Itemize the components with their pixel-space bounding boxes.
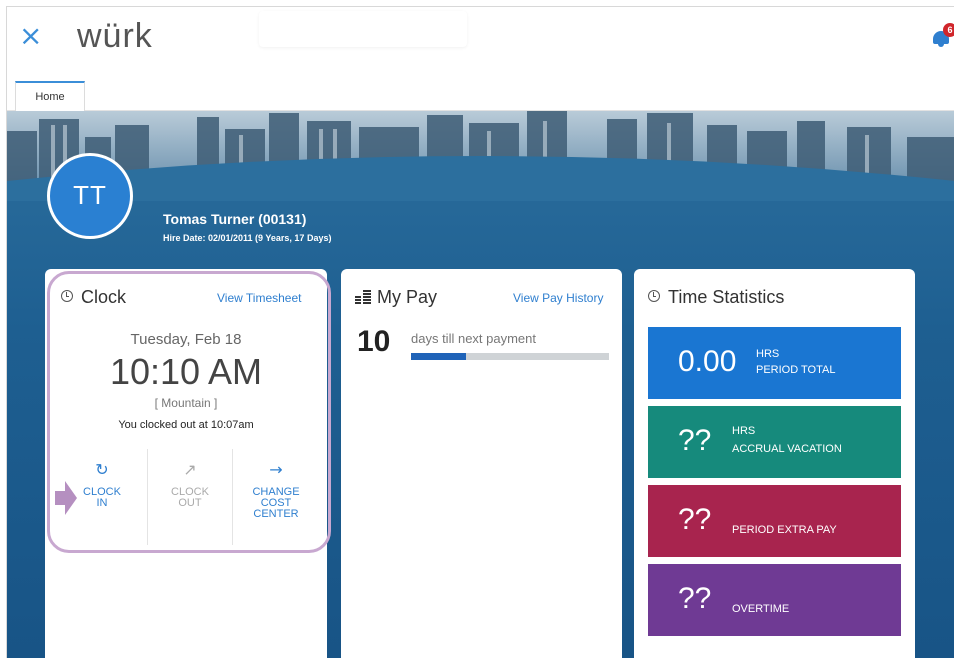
tab-bar: Home bbox=[7, 73, 954, 111]
notification-bell-icon[interactable]: 6 bbox=[933, 23, 954, 47]
pointer-arrow-icon bbox=[55, 481, 77, 515]
clock-out-icon: ↗ bbox=[183, 460, 197, 479]
stat-label: OVERTIME bbox=[732, 603, 790, 615]
stat-unit: HRS bbox=[732, 425, 756, 437]
top-header: × würk 6 bbox=[7, 7, 954, 73]
stat-label: PERIOD TOTAL bbox=[756, 364, 836, 376]
my-pay-title: My Pay bbox=[355, 287, 437, 308]
payment-progress-fill bbox=[411, 353, 467, 360]
city-skyline-image bbox=[7, 111, 954, 201]
stat-tile-accrual-vacation[interactable]: ?? HRS ACCRUAL VACATION bbox=[648, 406, 901, 478]
time-statistics-title: Time Statistics bbox=[648, 287, 784, 308]
avatar: TT bbox=[47, 153, 133, 239]
clock-card: Clock View Timesheet Tuesday, Feb 18 10:… bbox=[45, 269, 327, 658]
timezone-label: [ Mountain ] bbox=[154, 396, 218, 410]
wurk-logo: würk bbox=[77, 17, 153, 55]
change-cost-center-button[interactable]: → CHANGE COST CENTER bbox=[233, 449, 319, 545]
stat-tile-overtime[interactable]: ?? OVERTIME bbox=[648, 564, 901, 636]
arrow-right-icon: → bbox=[269, 460, 283, 479]
clock-title-text: Clock bbox=[81, 287, 127, 307]
stat-tile-period-extra-pay[interactable]: ?? PERIOD EXTRA PAY bbox=[648, 485, 901, 557]
clock-in-icon: ↻ bbox=[95, 460, 109, 479]
change-cost-center-label: CHANGE COST CENTER bbox=[252, 486, 300, 520]
stat-value: 0.00 bbox=[678, 345, 737, 378]
view-timesheet-link[interactable]: View Timesheet bbox=[217, 291, 302, 305]
current-time: 10:10 AM bbox=[109, 351, 263, 392]
current-date: Tuesday, Feb 18 bbox=[130, 331, 242, 348]
app-frame: × würk 6 Home TT Tomas Turner (00131) Hi… bbox=[6, 6, 954, 658]
notification-badge: 6 bbox=[943, 23, 954, 37]
days-till-payment-value: 10 bbox=[357, 325, 391, 358]
clock-icon bbox=[61, 290, 73, 302]
clock-card-title: Clock bbox=[61, 287, 126, 308]
stat-label: PERIOD EXTRA PAY bbox=[732, 524, 837, 536]
tab-home[interactable]: Home bbox=[15, 81, 85, 111]
header-search-box[interactable] bbox=[259, 11, 467, 47]
time-statistics-title-text: Time Statistics bbox=[668, 287, 785, 307]
days-till-payment-label: days till next payment bbox=[411, 331, 537, 346]
view-pay-history-link[interactable]: View Pay History bbox=[513, 291, 603, 305]
stat-unit: HRS bbox=[756, 348, 780, 360]
clock-out-label: CLOCK OUT bbox=[171, 486, 209, 509]
stat-value: ?? bbox=[678, 503, 712, 536]
clock-status: You clocked out at 10:07am bbox=[118, 419, 254, 431]
payment-progress-bar bbox=[411, 353, 609, 360]
close-icon[interactable]: × bbox=[19, 21, 42, 51]
clock-icon bbox=[648, 290, 660, 302]
time-statistics-card: Time Statistics 0.00 HRS PERIOD TOTAL ??… bbox=[634, 269, 915, 658]
employee-name: Tomas Turner (00131) bbox=[163, 211, 307, 227]
my-pay-title-text: My Pay bbox=[377, 287, 438, 307]
clock-out-button[interactable]: ↗ CLOCK OUT bbox=[147, 449, 233, 545]
my-pay-card: My Pay View Pay History 10 days till nex… bbox=[341, 269, 622, 658]
money-stack-icon bbox=[355, 290, 371, 304]
stat-value: ?? bbox=[678, 424, 712, 457]
hire-date: Hire Date: 02/01/2011 (9 Years, 17 Days) bbox=[163, 233, 332, 243]
stat-label: ACCRUAL VACATION bbox=[732, 443, 842, 455]
stat-value: ?? bbox=[678, 582, 712, 615]
stat-tile-period-total[interactable]: 0.00 HRS PERIOD TOTAL bbox=[648, 327, 901, 399]
